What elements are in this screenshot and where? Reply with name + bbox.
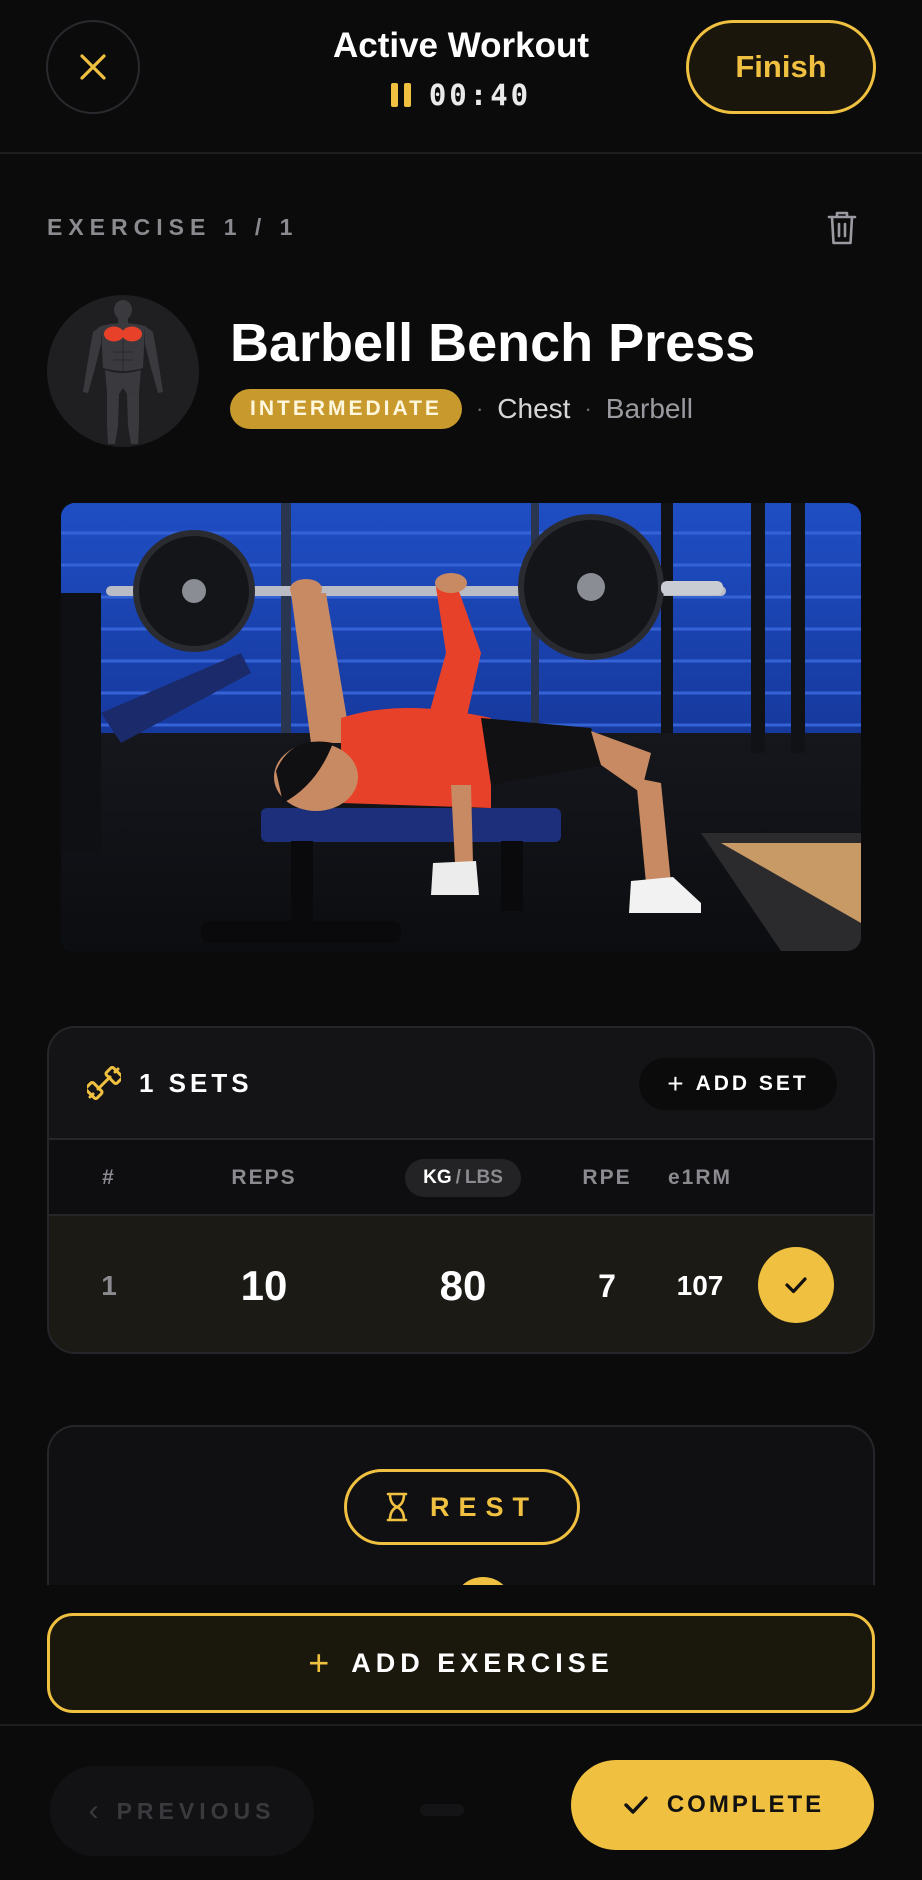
- set-index: 1: [101, 1270, 117, 1301]
- rest-label: REST: [429, 1491, 538, 1522]
- bench-press-illustration: [61, 503, 861, 951]
- column-e1rm: e1RM: [667, 1166, 733, 1189]
- unit-separator: /: [455, 1167, 461, 1188]
- complete-button[interactable]: COMPLETE: [571, 1760, 874, 1850]
- finish-button[interactable]: Finish: [686, 20, 876, 114]
- complete-set-button[interactable]: [758, 1247, 834, 1323]
- bottom-bar: ‹ PREVIOUS COMPLETE: [0, 1724, 922, 1880]
- previous-label: PREVIOUS: [116, 1797, 276, 1824]
- exercise-name: Barbell Bench Press: [230, 313, 756, 373]
- add-exercise-button[interactable]: + ADD EXERCISE: [47, 1613, 875, 1713]
- check-icon: [785, 1277, 807, 1294]
- hourglass-icon: [386, 1492, 408, 1522]
- rest-progress-arc: [453, 1577, 513, 1585]
- e1rm-value: 107: [676, 1270, 724, 1301]
- chevron-left-icon: ‹: [88, 1794, 99, 1827]
- sets-count-title: 1 SETS: [139, 1068, 253, 1098]
- rest-card: REST: [47, 1425, 875, 1585]
- difficulty-badge: INTERMEDIATE: [230, 389, 462, 429]
- reps-input[interactable]: 10: [209, 1216, 319, 1352]
- pause-icon[interactable]: [390, 83, 411, 107]
- meta-separator: ·: [584, 396, 592, 421]
- exercise-counter: EXERCISE 1 / 1: [47, 214, 299, 240]
- check-icon: [624, 1796, 648, 1814]
- add-exercise-label: ADD EXERCISE: [351, 1647, 614, 1678]
- dumbbell-icon: [87, 1066, 121, 1100]
- rest-timer-button[interactable]: REST: [344, 1469, 580, 1545]
- trash-icon[interactable]: [824, 208, 860, 248]
- column-reps: REPS: [231, 1166, 297, 1189]
- page-indicator: [420, 1804, 464, 1816]
- weight-input[interactable]: 80: [405, 1216, 521, 1352]
- unit-lbs: LBS: [464, 1167, 503, 1188]
- target-muscle: Chest: [497, 393, 571, 424]
- previous-button[interactable]: ‹ PREVIOUS: [50, 1766, 314, 1856]
- set-row: 1 10 80 7 107: [49, 1216, 873, 1352]
- top-bar: Active Workout 00:40 Finish: [0, 0, 922, 154]
- muscle-map-avatar: [47, 295, 199, 447]
- muscle-figure-icon: [83, 300, 163, 444]
- plus-icon: +: [308, 1642, 330, 1683]
- meta-separator: ·: [475, 396, 484, 421]
- complete-label: COMPLETE: [666, 1791, 825, 1818]
- unit-kg: KG: [423, 1167, 452, 1188]
- equipment: Barbell: [605, 393, 693, 424]
- workout-timer: 00:40: [428, 78, 532, 112]
- exercise-demo-image[interactable]: [61, 503, 861, 951]
- unit-toggle[interactable]: KG / LBS: [405, 1159, 521, 1197]
- add-set-button[interactable]: + ADD SET: [639, 1058, 837, 1110]
- plus-icon: +: [667, 1068, 684, 1099]
- column-rpe: RPE: [582, 1166, 632, 1189]
- add-set-label: ADD SET: [695, 1072, 809, 1095]
- column-index: #: [102, 1166, 116, 1189]
- sets-column-headers: # REPS KG / LBS RPE e1RM: [49, 1140, 873, 1216]
- sets-header: 1 SETS + ADD SET: [49, 1028, 873, 1140]
- rpe-input[interactable]: 7: [569, 1216, 645, 1352]
- sets-card: 1 SETS + ADD SET # REPS KG / LBS RPE e1R…: [47, 1026, 875, 1354]
- exercise-meta: INTERMEDIATE · Chest · Barbell: [230, 389, 693, 429]
